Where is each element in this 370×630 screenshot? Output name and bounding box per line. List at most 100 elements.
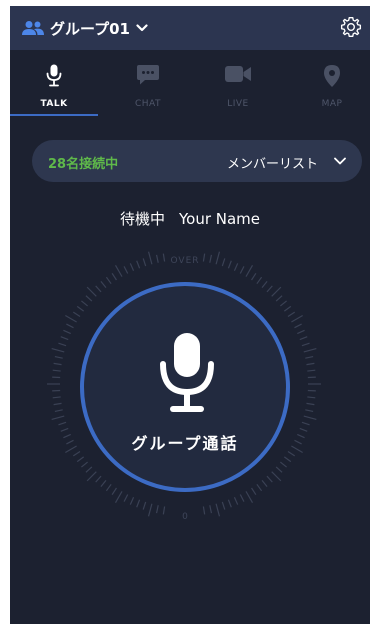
tab-talk[interactable]: TALK xyxy=(10,50,98,116)
meter-tick xyxy=(86,286,97,297)
gear-icon[interactable] xyxy=(340,16,362,38)
meter-tick xyxy=(53,402,62,406)
meter-tick xyxy=(76,456,85,463)
meter-tick xyxy=(105,276,112,285)
active-tab-indicator xyxy=(10,114,98,116)
meter-tick xyxy=(86,471,97,482)
member-list-dropdown[interactable]: 28名接続中 メンバーリスト xyxy=(32,140,362,182)
tab-map-label: MAP xyxy=(321,99,343,109)
meter-tick xyxy=(105,483,112,492)
meter-tick xyxy=(53,362,62,366)
member-list-label: メンバーリスト xyxy=(226,157,318,172)
meter-tick xyxy=(54,409,63,413)
tab-bar: TALK CHAT LIVE MAP xyxy=(10,50,370,116)
meter-tick xyxy=(52,396,61,399)
status-state: 待機中 xyxy=(119,210,165,228)
meter-tick xyxy=(58,421,67,426)
meter-tick xyxy=(291,445,303,454)
meter-tick xyxy=(239,266,245,274)
meter-tick xyxy=(114,265,123,277)
status-line: 待機中 Your Name xyxy=(10,208,370,229)
meter-tick xyxy=(60,336,69,341)
meter-tick xyxy=(266,475,273,483)
meter-tick xyxy=(72,311,81,317)
tab-map[interactable]: MAP xyxy=(288,50,370,116)
meter-tick xyxy=(279,300,287,307)
meter-tick xyxy=(291,314,303,323)
meter-tick xyxy=(52,369,61,372)
meter-tick xyxy=(54,355,63,359)
meter-tick xyxy=(100,479,107,487)
meter-tick xyxy=(239,494,245,502)
microphone-icon xyxy=(160,333,214,412)
map-pin-icon xyxy=(324,65,340,87)
meter-tick xyxy=(306,362,315,366)
tab-chat-label: CHAT xyxy=(134,99,161,109)
meter-tick xyxy=(58,342,67,347)
meter-tick xyxy=(275,466,283,473)
meter-tick xyxy=(111,487,117,496)
meter-tick xyxy=(114,491,123,503)
meter-tick xyxy=(76,305,85,312)
meter-tick xyxy=(261,479,268,487)
meter-tick xyxy=(299,427,308,432)
meter-tick xyxy=(294,439,302,445)
meter-tick xyxy=(306,402,315,406)
meter-tick xyxy=(251,272,257,281)
meter-tick xyxy=(275,295,283,302)
dial-zero-label: 0 xyxy=(182,512,188,522)
meter-tick xyxy=(251,487,257,496)
top-bar: グループ01 xyxy=(10,6,370,50)
meter-tick xyxy=(256,483,263,492)
meter-tick xyxy=(63,329,71,335)
meter-tick xyxy=(256,276,263,285)
meter-tick xyxy=(136,499,141,508)
meter-tick xyxy=(279,461,287,468)
meter-tick xyxy=(51,347,65,353)
tab-chat[interactable]: CHAT xyxy=(104,50,192,116)
meter-tick xyxy=(123,266,129,274)
meter-tick xyxy=(60,427,69,432)
meter-tick xyxy=(142,501,147,510)
meter-tick xyxy=(95,285,102,293)
meter-tick xyxy=(271,286,282,297)
meter-tick xyxy=(305,355,314,359)
meter-tick xyxy=(85,466,93,473)
meter-tick xyxy=(245,265,254,277)
chat-bubble-icon xyxy=(137,65,159,85)
user-name: Your Name xyxy=(178,210,261,228)
meter-tick xyxy=(294,323,302,329)
meter-tick xyxy=(123,494,129,502)
meter-tick xyxy=(65,445,77,454)
dial-over-label: OVER xyxy=(170,256,200,266)
meter-tick xyxy=(301,342,310,347)
meter-tick xyxy=(287,451,296,457)
tab-live[interactable]: LIVE xyxy=(194,50,282,116)
meter-tick xyxy=(266,285,273,293)
tab-live-label: LIVE xyxy=(227,99,249,109)
meter-tick xyxy=(303,347,317,353)
meter-tick xyxy=(65,314,77,323)
group-call-button[interactable]: グループ通話 xyxy=(80,282,290,492)
meter-tick xyxy=(233,497,239,505)
meter-tick xyxy=(66,439,74,445)
meter-tick xyxy=(283,456,292,463)
group-selector[interactable]: グループ01 xyxy=(22,16,148,40)
group-call-label: グループ通話 xyxy=(131,434,239,453)
meter-tick xyxy=(95,475,102,483)
meter-tick xyxy=(283,305,292,312)
meter-tick xyxy=(307,369,316,372)
meter-tick xyxy=(271,471,282,482)
video-camera-icon xyxy=(225,66,251,82)
meter-tick xyxy=(85,295,93,302)
meter-tick xyxy=(297,329,305,335)
meter-tick xyxy=(305,409,314,413)
chevron-down-icon xyxy=(136,24,148,32)
meter-tick xyxy=(307,396,316,399)
meter-tick xyxy=(287,311,296,317)
meter-tick xyxy=(63,433,71,439)
tab-talk-label: TALK xyxy=(40,99,68,109)
meter-tick xyxy=(303,415,317,421)
meter-tick xyxy=(129,497,135,505)
meter-tick xyxy=(66,323,74,329)
